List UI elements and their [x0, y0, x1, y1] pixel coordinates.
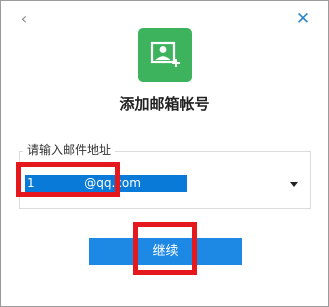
add-mailbox-icon [150, 41, 180, 67]
close-button[interactable]: ✕ [295, 9, 311, 29]
close-icon: ✕ [295, 9, 311, 29]
back-button[interactable]: ‹ [17, 9, 31, 29]
app-logo [138, 28, 192, 82]
email-field[interactable]: 1 @qq.com [25, 175, 187, 192]
dropdown-arrow-icon[interactable] [290, 182, 298, 187]
chevron-left-icon: ‹ [20, 9, 28, 28]
add-mailbox-dialog: ‹ ✕ 添加邮箱帐号 请输入邮件地址 1 @qq.com 继续 [0, 0, 329, 307]
continue-button[interactable]: 继续 [89, 238, 242, 265]
email-field-label: 请输入邮件地址 [23, 142, 116, 158]
dialog-title: 添加邮箱帐号 [119, 95, 210, 113]
